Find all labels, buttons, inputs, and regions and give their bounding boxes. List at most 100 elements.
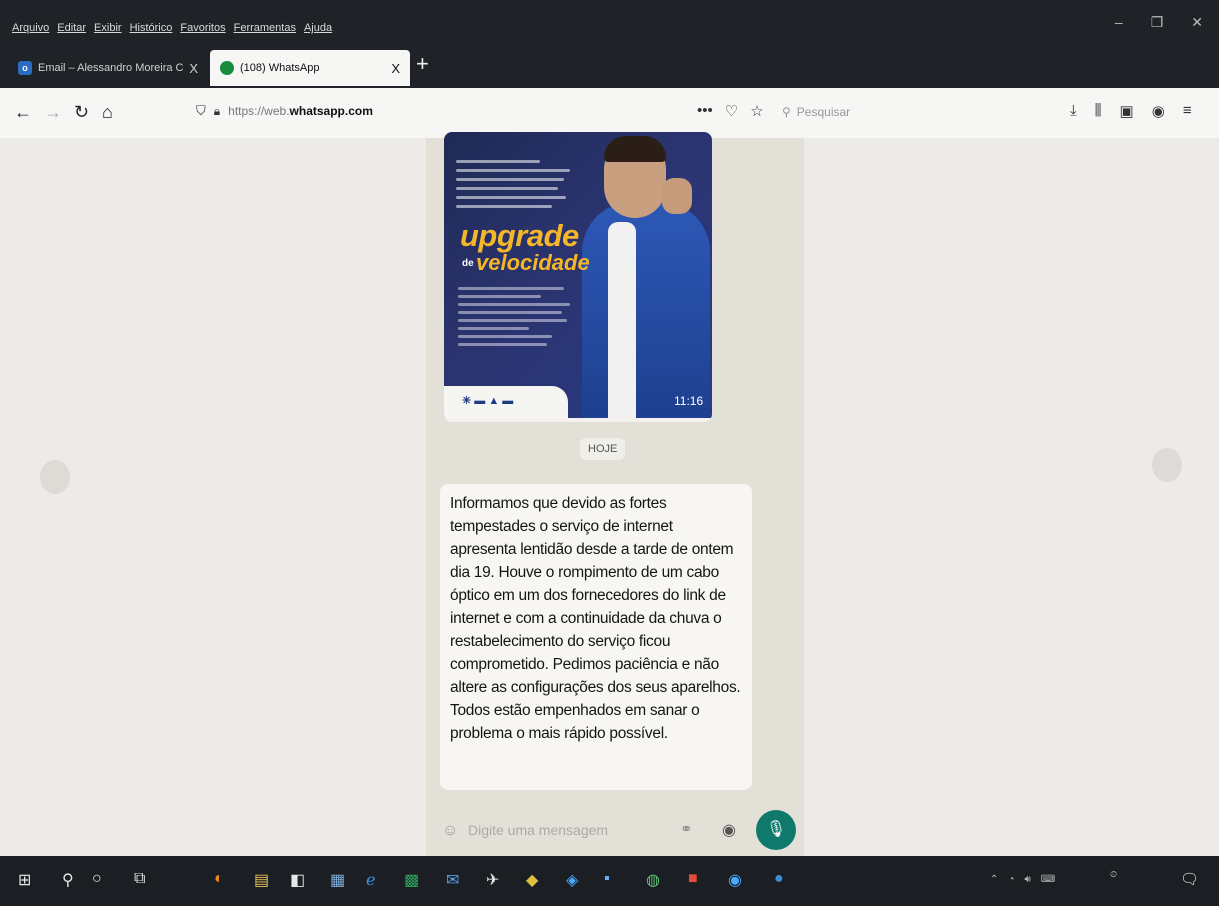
tab-whatsapp[interactable]: (108) WhatsApp X bbox=[210, 50, 410, 86]
windows-start-icon[interactable]: ⊞ bbox=[18, 870, 31, 890]
menu-favoritos[interactable]: Favoritos bbox=[180, 22, 225, 34]
lock-icon[interactable]: 🔒︎ bbox=[214, 104, 220, 119]
app-icon-6[interactable]: ◍ bbox=[646, 870, 660, 890]
image-message-time: 11:16 bbox=[674, 394, 704, 408]
download-icon[interactable]: ⤓ bbox=[1070, 102, 1077, 120]
task-view-icon[interactable]: ⧉ bbox=[134, 870, 145, 888]
paperclip-icon[interactable]: ⚭ bbox=[680, 820, 693, 838]
search-icon[interactable]: ⚲ bbox=[62, 870, 74, 890]
mail-icon[interactable]: ✉ bbox=[446, 870, 459, 890]
app-icon-9[interactable]: ● bbox=[774, 870, 784, 888]
minimize-icon[interactable]: – bbox=[1115, 14, 1123, 31]
app-icon-5[interactable]: ▪ bbox=[604, 870, 610, 888]
notification-center-icon[interactable]: 🗨︎ bbox=[1180, 870, 1199, 888]
tab-close-icon[interactable]: X bbox=[391, 61, 400, 76]
file-explorer-icon[interactable]: ▤ bbox=[254, 870, 269, 890]
whatsapp-icon bbox=[220, 61, 234, 75]
promo-de: de bbox=[462, 258, 474, 269]
excel-icon[interactable]: ▩ bbox=[404, 870, 419, 890]
menu-historico[interactable]: Histórico bbox=[130, 22, 173, 34]
tab-email[interactable]: o Email – Alessandro Moreira C... X bbox=[8, 50, 208, 86]
store-icon[interactable]: ◧ bbox=[290, 870, 305, 890]
app-icon-3[interactable]: ◆ bbox=[526, 870, 538, 890]
cortana-icon[interactable]: ○ bbox=[92, 870, 102, 888]
menu-editar[interactable]: Editar bbox=[57, 22, 86, 34]
close-window-icon[interactable]: ✕ bbox=[1191, 14, 1203, 31]
menu-ferramentas[interactable]: Ferramentas bbox=[234, 22, 296, 34]
whatsapp-chat-panel: upgrade de velocidade ✳ ▬ ▲ ▬ 11:16 HOJE… bbox=[426, 132, 804, 856]
tracking-shield-icon[interactable]: ⛉ bbox=[196, 103, 206, 119]
promo-person bbox=[582, 202, 710, 418]
promo-person-shirt bbox=[608, 222, 636, 418]
account-icon[interactable]: ◉ bbox=[1152, 102, 1165, 120]
more-actions-icon[interactable]: ••• bbox=[697, 102, 713, 120]
network-icon[interactable]: ◔ bbox=[1008, 874, 1014, 885]
reload-icon[interactable]: ↻ bbox=[74, 102, 89, 123]
library-icon[interactable]: ⫼ bbox=[1095, 102, 1102, 120]
message-composer: ☺ Digite uma mensagem ⚭ ◉ 🎙︎ bbox=[426, 806, 804, 856]
pocket-icon[interactable]: ♡ bbox=[725, 102, 738, 120]
toolbar-right: ⤓ ⫼ ▣ ◉ ≡ bbox=[1070, 102, 1192, 120]
keyboard-icon[interactable]: ⌨ bbox=[1041, 874, 1055, 885]
page-actions: ••• ♡ ☆ bbox=[697, 102, 764, 120]
tab-whatsapp-label: (108) WhatsApp bbox=[240, 62, 320, 74]
menu-arquivo[interactable]: Arquivo bbox=[12, 22, 49, 34]
app-icon-8[interactable]: ◉ bbox=[728, 870, 742, 890]
search-placeholder: Pesquisar bbox=[796, 105, 851, 119]
text-message-body: Informamos que devido as fortes tempesta… bbox=[450, 495, 741, 742]
text-message[interactable]: Informamos que devido as fortes tempesta… bbox=[440, 484, 752, 790]
back-arrow-icon[interactable]: ← bbox=[14, 102, 32, 123]
restore-icon[interactable]: ❐ bbox=[1151, 14, 1164, 31]
sidebar-icon[interactable]: ▣ bbox=[1120, 102, 1134, 120]
promo-title: upgrade bbox=[460, 218, 579, 253]
decorative-bubble-right bbox=[1152, 448, 1182, 482]
menu-ajuda[interactable]: Ajuda bbox=[304, 22, 332, 34]
menu-list: Arquivo Editar Exibir Histórico Favorito… bbox=[12, 22, 332, 34]
search-icon: ⚲ bbox=[782, 105, 791, 119]
page-content: upgrade de velocidade ✳ ▬ ▲ ▬ 11:16 HOJE… bbox=[0, 132, 1219, 856]
url-text: https://web.whatsapp.com bbox=[228, 104, 373, 118]
window-controls: – ❐ ✕ bbox=[1115, 14, 1203, 31]
taskbar-clock[interactable]: ⏲ bbox=[1110, 868, 1117, 880]
new-tab-button[interactable]: + bbox=[416, 53, 429, 75]
menu-hamburger-icon[interactable]: ≡ bbox=[1183, 102, 1192, 120]
bookmark-star-icon[interactable]: ☆ bbox=[750, 102, 763, 120]
menu-bar: Arquivo Editar Exibir Histórico Favorito… bbox=[0, 0, 1219, 40]
menu-exibir[interactable]: Exibir bbox=[94, 22, 122, 34]
edge-icon[interactable]: ℯ bbox=[366, 870, 375, 890]
image-message[interactable]: upgrade de velocidade ✳ ▬ ▲ ▬ 11:16 bbox=[444, 132, 712, 422]
app-icon-7[interactable]: ■ bbox=[688, 870, 698, 888]
tab-email-label: Email – Alessandro Moreira C... bbox=[38, 62, 184, 74]
search-box[interactable]: ⚲ Pesquisar bbox=[782, 105, 850, 119]
forward-arrow-icon[interactable]: → bbox=[44, 102, 62, 123]
tab-close-icon[interactable]: X bbox=[189, 61, 198, 76]
app-icon[interactable]: ▦ bbox=[330, 870, 345, 890]
promo-body-text bbox=[458, 282, 576, 351]
outlook-icon: o bbox=[18, 61, 32, 75]
date-divider: HOJE bbox=[580, 438, 626, 460]
volume-icon[interactable]: 🔊︎ bbox=[1024, 874, 1030, 885]
app-icon-2[interactable]: ✈ bbox=[486, 870, 499, 890]
firefox-icon[interactable]: ◐ bbox=[214, 870, 224, 888]
url-bar[interactable]: ⛉ 🔒︎ https://web.whatsapp.com bbox=[196, 103, 373, 119]
tab-bar: o Email – Alessandro Moreira C... X (108… bbox=[0, 40, 1219, 88]
promo-subtitle: velocidade bbox=[476, 250, 590, 275]
url-prefix: https://web. bbox=[228, 104, 290, 118]
promo-image[interactable]: upgrade de velocidade ✳ ▬ ▲ ▬ 11:16 bbox=[444, 132, 712, 418]
promo-small-text bbox=[456, 154, 576, 214]
system-tray: ⌃ ◔ 🔊︎ ⌨ bbox=[990, 874, 1055, 885]
provider-logo-icon: ✳ ▬ ▲ ▬ bbox=[462, 395, 514, 407]
decorative-bubble-left bbox=[40, 460, 70, 494]
app-icon-4[interactable]: ◈ bbox=[566, 870, 578, 890]
promo-person-hair bbox=[604, 136, 666, 162]
navigation-bar: ← → ↻ ⌂ ⛉ 🔒︎ https://web.whatsapp.com ••… bbox=[0, 88, 1219, 138]
tray-chevron-icon[interactable]: ⌃ bbox=[990, 874, 998, 885]
home-icon[interactable]: ⌂ bbox=[102, 102, 113, 123]
camera-icon[interactable]: ◉ bbox=[722, 820, 736, 840]
emoji-icon[interactable]: ☺ bbox=[442, 822, 458, 840]
message-input[interactable]: Digite uma mensagem bbox=[468, 822, 608, 838]
microphone-icon[interactable]: 🎙︎ bbox=[756, 810, 796, 850]
promo-person-fist bbox=[662, 178, 692, 214]
windows-taskbar: ⊞ ⚲ ○ ⧉ ◐ ▤ ◧ ▦ ℯ ▩ ✉ ✈ ◆ ◈ ▪ ◍ ■ ◉ ● ⌃ … bbox=[0, 856, 1219, 906]
url-domain: whatsapp.com bbox=[289, 104, 373, 118]
